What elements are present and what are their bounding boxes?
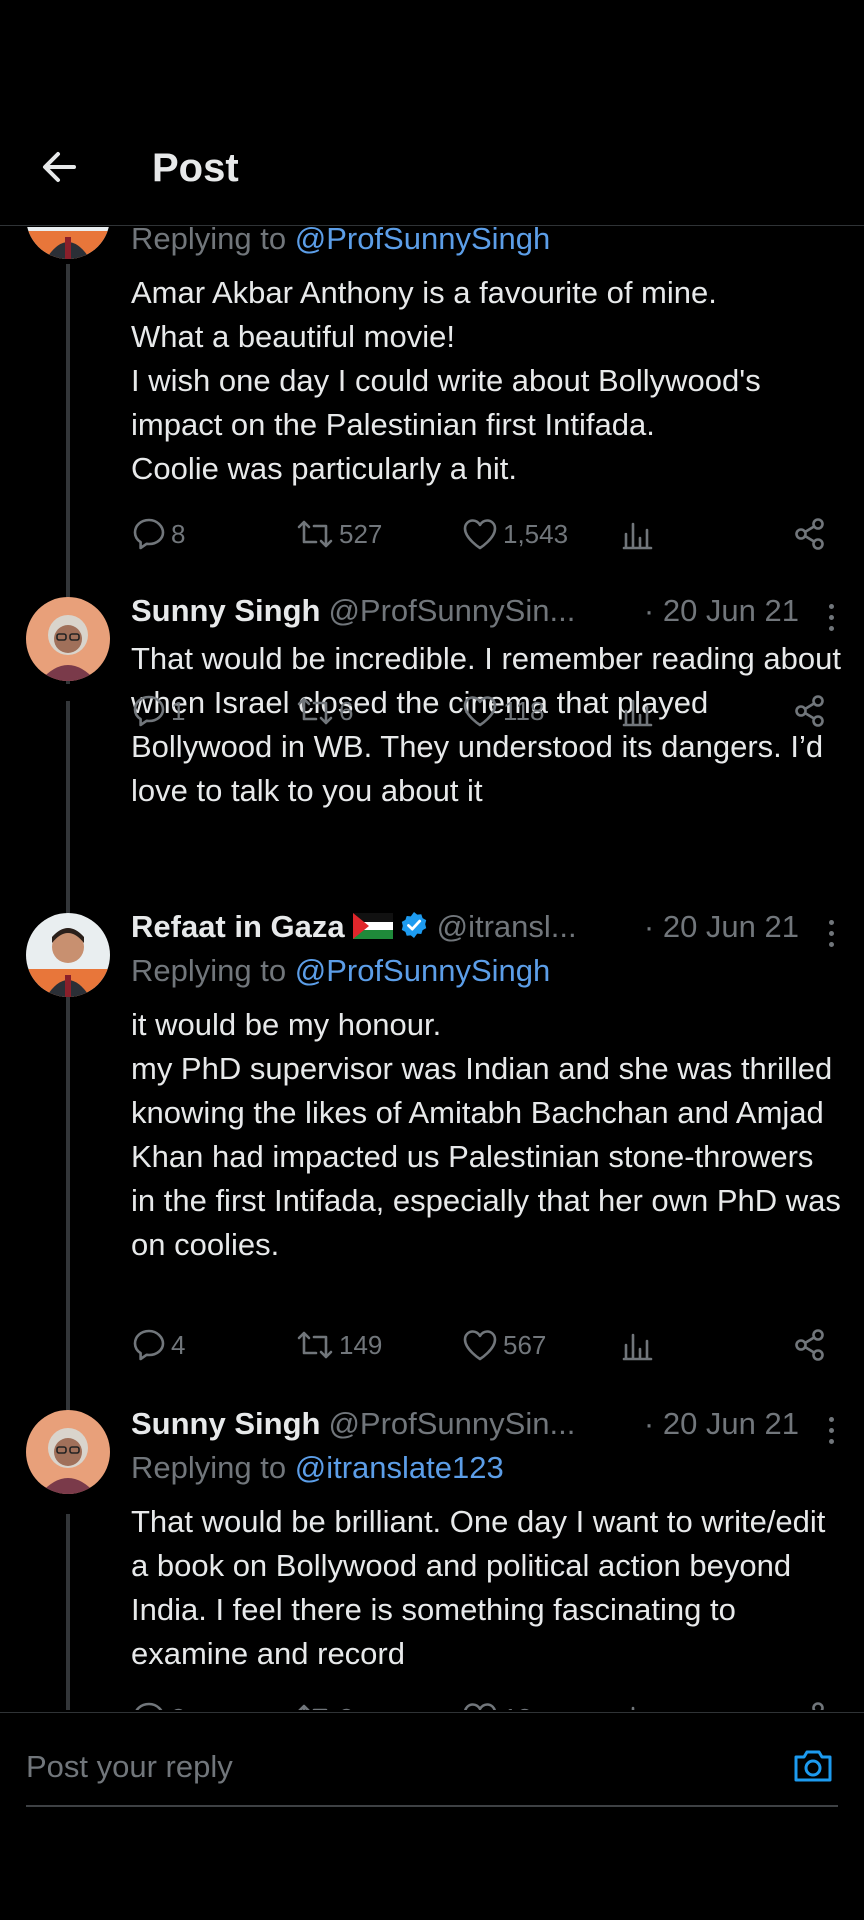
reply-count: 2 bbox=[171, 1703, 185, 1711]
reply-icon bbox=[133, 695, 165, 727]
repost-button[interactable]: 149 bbox=[295, 1323, 382, 1367]
repost-count: 149 bbox=[339, 1329, 383, 1360]
share-button[interactable] bbox=[793, 1323, 831, 1367]
repost-button[interactable]: 2 bbox=[295, 1696, 353, 1710]
verified-icon bbox=[399, 910, 429, 948]
thread-line bbox=[66, 1514, 70, 1710]
post-date: · 20 Jun 21 bbox=[643, 593, 799, 628]
page-title: Post bbox=[152, 146, 239, 190]
thread-line bbox=[66, 1017, 70, 1445]
reply-composer[interactable]: Post your reply bbox=[0, 1712, 864, 1808]
mention-link[interactable]: @ProfSunnySingh bbox=[295, 227, 551, 256]
like-icon bbox=[464, 1703, 496, 1710]
repost-button[interactable]: 527 bbox=[295, 512, 382, 556]
share-button[interactable] bbox=[793, 689, 831, 733]
like-icon bbox=[463, 1330, 497, 1361]
post-meta: Sunny Singh @ProfSunnySin... · 20 Jun 21 bbox=[131, 593, 841, 637]
more-icon[interactable] bbox=[821, 601, 841, 635]
like-count: 18 bbox=[503, 1703, 532, 1711]
reply-icon bbox=[133, 1329, 165, 1361]
camera-icon[interactable] bbox=[790, 1743, 836, 1789]
like-count: 567 bbox=[503, 1329, 547, 1360]
retweet-icon bbox=[297, 520, 333, 548]
retweet-icon bbox=[297, 697, 333, 725]
author-name[interactable]: Refaat in Gaza bbox=[131, 909, 345, 944]
share-icon bbox=[795, 1329, 824, 1361]
composer-underline bbox=[26, 1805, 838, 1807]
views-button[interactable] bbox=[621, 1323, 657, 1367]
post-actions: 1 6 118 bbox=[131, 689, 831, 733]
views-button[interactable] bbox=[621, 1696, 657, 1710]
share-button[interactable] bbox=[793, 1696, 831, 1710]
like-icon bbox=[463, 519, 497, 550]
like-button[interactable]: 1,543 bbox=[461, 512, 568, 556]
views-icon bbox=[622, 522, 653, 550]
avatar-refaat[interactable] bbox=[26, 913, 110, 997]
reply-count: 1 bbox=[171, 695, 186, 726]
author-handle[interactable]: @itransl... bbox=[437, 909, 577, 944]
reply-thread: Replying to @ProfSunnySingh Amar Akbar A… bbox=[0, 227, 864, 1710]
views-button[interactable] bbox=[621, 689, 657, 733]
views-button[interactable] bbox=[621, 512, 657, 556]
more-icon[interactable] bbox=[821, 1414, 841, 1448]
reply-input[interactable]: Post your reply bbox=[26, 1749, 233, 1785]
avatar-sunny[interactable] bbox=[26, 597, 110, 681]
author-handle[interactable]: @ProfSunnySin... bbox=[328, 593, 575, 628]
reply-button[interactable]: 1 bbox=[131, 689, 185, 733]
replying-to: Replying to @itranslate123 bbox=[131, 1450, 504, 1485]
top-bar: Post bbox=[0, 118, 864, 226]
avatar-refaat[interactable] bbox=[26, 227, 110, 259]
avatar-sunny[interactable] bbox=[26, 1410, 110, 1494]
reply-button[interactable]: 8 bbox=[131, 512, 185, 556]
replying-to: Replying to @ProfSunnySingh bbox=[131, 953, 551, 988]
reply-icon bbox=[133, 518, 165, 550]
reply-icon bbox=[135, 1702, 163, 1710]
replying-to: Replying to @ProfSunnySingh bbox=[131, 227, 841, 267]
post-text: That would be brilliant. One day I want … bbox=[131, 1504, 826, 1671]
reply-button[interactable]: 4 bbox=[131, 1323, 185, 1367]
post-text: Amar Akbar Anthony is a favourite of min… bbox=[131, 275, 761, 486]
reply-count: 4 bbox=[171, 1329, 186, 1360]
post-actions: 4 149 567 bbox=[131, 1323, 831, 1367]
mention-link[interactable]: @itranslate123 bbox=[295, 1450, 504, 1485]
share-icon bbox=[812, 1702, 824, 1710]
repost-count: 6 bbox=[339, 695, 354, 726]
author-handle[interactable]: @ProfSunnySin... bbox=[328, 1406, 575, 1441]
mention-link[interactable]: @ProfSunnySingh bbox=[295, 953, 551, 988]
retweet-icon bbox=[298, 1704, 328, 1710]
author-name[interactable]: Sunny Singh bbox=[131, 1406, 320, 1441]
like-button[interactable]: 118 bbox=[461, 689, 544, 733]
post-actions: 2 2 18 bbox=[131, 1696, 831, 1710]
like-button[interactable]: 18 bbox=[461, 1696, 532, 1710]
like-count: 1,543 bbox=[503, 518, 569, 549]
retweet-icon bbox=[297, 1331, 333, 1359]
repost-button[interactable]: 6 bbox=[295, 689, 353, 733]
repost-count: 2 bbox=[339, 1703, 353, 1711]
share-icon bbox=[795, 518, 824, 550]
more-icon[interactable] bbox=[821, 917, 841, 951]
post-actions: 8 527 1,543 bbox=[131, 512, 831, 556]
post-meta: Sunny Singh @ProfSunnySin... · 20 Jun 21 bbox=[131, 1406, 841, 1450]
repost-count: 527 bbox=[339, 518, 383, 549]
author-name[interactable]: Sunny Singh bbox=[131, 593, 320, 628]
screen: Post Replying to @ProfSunnySingh Amar Ak… bbox=[0, 0, 864, 1920]
like-icon bbox=[463, 696, 497, 727]
reply-button[interactable]: 2 bbox=[131, 1696, 185, 1710]
palestine-flag-icon bbox=[352, 911, 393, 947]
post-date: · 20 Jun 21 bbox=[643, 909, 799, 944]
share-button[interactable] bbox=[793, 512, 831, 556]
views-icon bbox=[631, 1706, 635, 1710]
post-meta: Refaat in Gaza @itransl... · 20 Jun 21 bbox=[131, 909, 841, 953]
post-text: it would be my honour. my PhD supervisor… bbox=[131, 1007, 841, 1262]
back-arrow-icon[interactable] bbox=[38, 146, 80, 188]
views-icon bbox=[622, 1333, 653, 1361]
like-count: 118 bbox=[503, 695, 545, 726]
post-date: · 20 Jun 21 bbox=[643, 1406, 799, 1441]
reply-count: 8 bbox=[171, 518, 186, 549]
views-icon bbox=[622, 699, 653, 727]
like-button[interactable]: 567 bbox=[461, 1323, 546, 1367]
share-icon bbox=[795, 695, 824, 727]
